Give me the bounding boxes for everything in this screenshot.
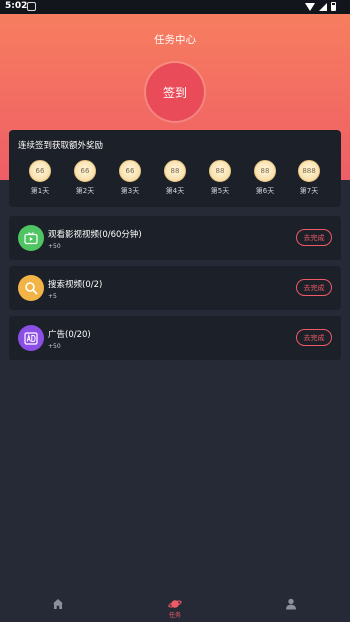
- checkin-button[interactable]: 签到: [146, 63, 204, 121]
- streak-day-2: 66 第2天: [65, 160, 105, 196]
- day-label: 第1天: [30, 187, 50, 195]
- task-reward: +50: [48, 343, 61, 350]
- streak-day-3: 66 第3天: [110, 160, 150, 196]
- day-label: 第3天: [120, 187, 140, 195]
- page-title: 任务中心: [154, 34, 196, 46]
- day-label: 第6天: [255, 187, 275, 195]
- tab-home[interactable]: [28, 593, 88, 622]
- go-complete-button[interactable]: 去完成: [296, 229, 332, 246]
- planet-icon: [168, 600, 182, 608]
- streak-days: 66 第1天 66 第2天 66 第3天 88 第4天 88 第5天 88 第6…: [9, 160, 341, 200]
- wifi-icon: [305, 2, 315, 11]
- streak-day-6: 88 第6天: [245, 160, 285, 196]
- day-label: 第7天: [299, 187, 319, 195]
- app-notification-icon: [27, 2, 36, 11]
- go-complete-button[interactable]: 去完成: [296, 329, 332, 346]
- task-name: 广告(0/20): [48, 330, 91, 340]
- coin-icon: 88: [209, 160, 231, 182]
- coin-icon: 888: [298, 160, 320, 182]
- user-icon: [286, 598, 296, 610]
- home-icon: [53, 599, 63, 609]
- streak-day-5: 88 第5天: [200, 160, 240, 196]
- tab-profile[interactable]: [261, 593, 321, 622]
- day-label: 第5天: [210, 187, 230, 195]
- streak-day-4: 88 第4天: [155, 160, 195, 196]
- coin-icon: 66: [119, 160, 141, 182]
- checkin-button-label: 签到: [162, 85, 187, 100]
- ad-icon: [18, 325, 44, 351]
- day-label: 第2天: [75, 187, 95, 195]
- task-reward: +50: [48, 243, 61, 250]
- video-icon: [18, 225, 44, 251]
- streak-day-7: 888 第7天: [289, 160, 329, 196]
- battery-icon: [331, 2, 336, 11]
- tab-tasks[interactable]: 任务: [145, 593, 205, 622]
- task-ads: 广告(0/20) +50 去完成: [9, 316, 341, 360]
- coin-icon: 66: [29, 160, 51, 182]
- streak-title: 连续签到获取额外奖励: [18, 141, 104, 151]
- tab-label: 任务: [168, 612, 181, 619]
- task-name: 搜索视频(0/2): [48, 280, 103, 290]
- coin-icon: 66: [74, 160, 96, 182]
- task-search-video: 搜索视频(0/2) +5 去完成: [9, 266, 341, 310]
- task-name: 观看影视视频(0/60分钟): [48, 230, 142, 240]
- status-bar: 5:02: [0, 0, 350, 14]
- search-icon: [18, 275, 44, 301]
- status-indicators: [305, 2, 336, 11]
- status-time: 5:02: [5, 1, 28, 11]
- task-reward: +5: [48, 293, 57, 300]
- bottom-tab-bar: 任务: [0, 593, 350, 622]
- signal-icon: [319, 2, 327, 11]
- task-watch-video: 观看影视视频(0/60分钟) +50 去完成: [9, 216, 341, 260]
- streak-day-1: 66 第1天: [20, 160, 60, 196]
- go-complete-button[interactable]: 去完成: [296, 279, 332, 296]
- coin-icon: 88: [254, 160, 276, 182]
- day-label: 第4天: [165, 187, 185, 195]
- coin-icon: 88: [164, 160, 186, 182]
- streak-card: 连续签到获取额外奖励 66 第1天 66 第2天 66 第3天 88 第4天 8…: [9, 130, 341, 207]
